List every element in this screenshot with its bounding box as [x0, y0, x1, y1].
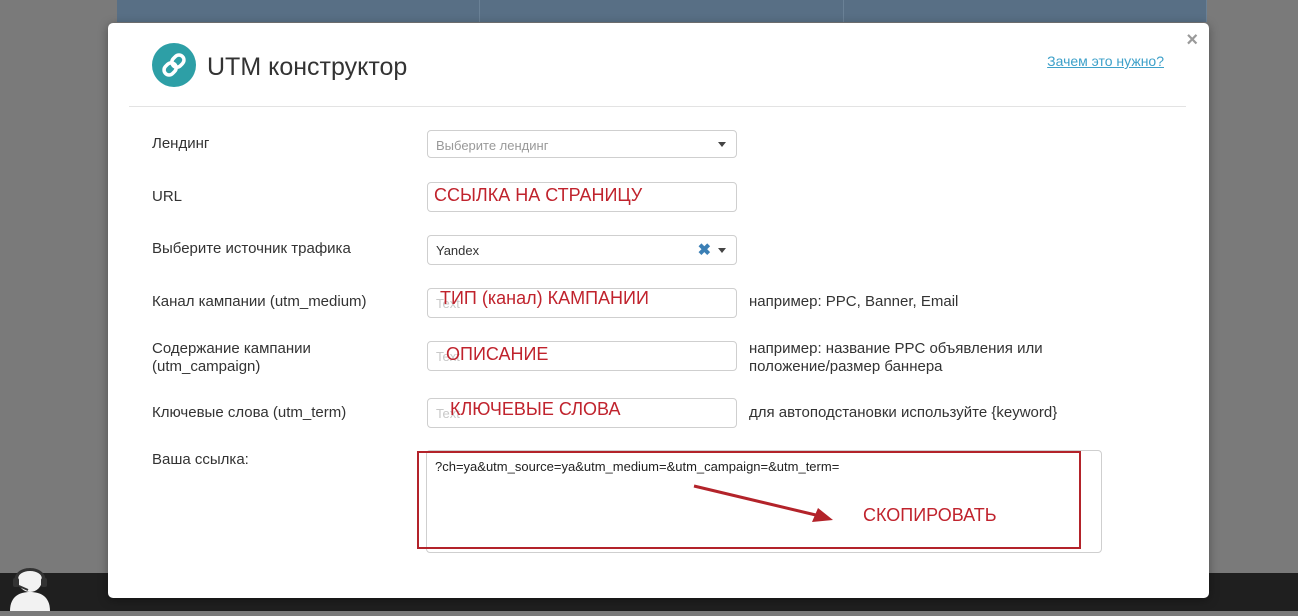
help-link[interactable]: Зачем это нужно?: [1047, 53, 1164, 69]
term-label: Ключевые слова (utm_term): [152, 404, 347, 421]
campaign-hint: например: название PPC объявления или по…: [749, 340, 1043, 376]
medium-hint: например: PPC, Banner, Email: [749, 293, 959, 310]
utm-builder-modal: × UTM конструктор Зачем это нужно? Ленди…: [108, 23, 1209, 598]
term-hint: для автоподстановки используйте {keyword…: [749, 404, 1058, 421]
campaign-label: Содержание кампании (utm_campaign): [152, 340, 311, 376]
campaign-hint-line2: положение/размер баннера: [749, 358, 943, 375]
background-tab: [844, 0, 1207, 22]
clear-icon[interactable]: ✖: [698, 240, 711, 260]
arrow-icon: [693, 484, 833, 522]
copy-annotation: СКОПИРОВАТЬ: [863, 505, 997, 525]
header-divider: [129, 106, 1186, 107]
background-tab: [117, 0, 481, 22]
campaign-label-line2: (utm_campaign): [152, 358, 261, 375]
landing-label: Лендинг: [152, 135, 210, 152]
background-tab: [480, 0, 844, 22]
campaign-annotation: ОПИСАНИЕ: [446, 344, 549, 364]
medium-label: Канал кампании (utm_medium): [152, 293, 367, 310]
campaign-label-line1: Содержание кампании: [152, 340, 311, 357]
source-label: Выберите источник трафика: [152, 240, 351, 257]
chevron-down-icon: [718, 248, 726, 253]
url-label: URL: [152, 188, 183, 205]
result-label: Ваша ссылка:: [152, 451, 249, 468]
term-annotation: КЛЮЧЕВЫЕ СЛОВА: [450, 399, 621, 419]
landing-select-placeholder: Выберите лендинг: [436, 138, 549, 153]
url-annotation: ССЫЛКА НА СТРАНИЦУ: [434, 185, 643, 205]
medium-annotation: ТИП (канал) КАМПАНИИ: [440, 288, 649, 308]
campaign-hint-line1: например: название PPC объявления или: [749, 340, 1043, 357]
link-logo-icon: [152, 43, 196, 87]
source-select-value: Yandex: [436, 243, 480, 258]
background-tabs: [117, 0, 1207, 22]
source-select[interactable]: Yandex ✖: [427, 235, 737, 265]
support-avatar-icon[interactable]: [6, 556, 54, 611]
modal-title: UTM конструктор: [207, 53, 408, 81]
close-button[interactable]: ×: [1186, 29, 1198, 51]
landing-select[interactable]: Выберите лендинг: [427, 130, 737, 158]
chevron-down-icon: [718, 142, 726, 147]
